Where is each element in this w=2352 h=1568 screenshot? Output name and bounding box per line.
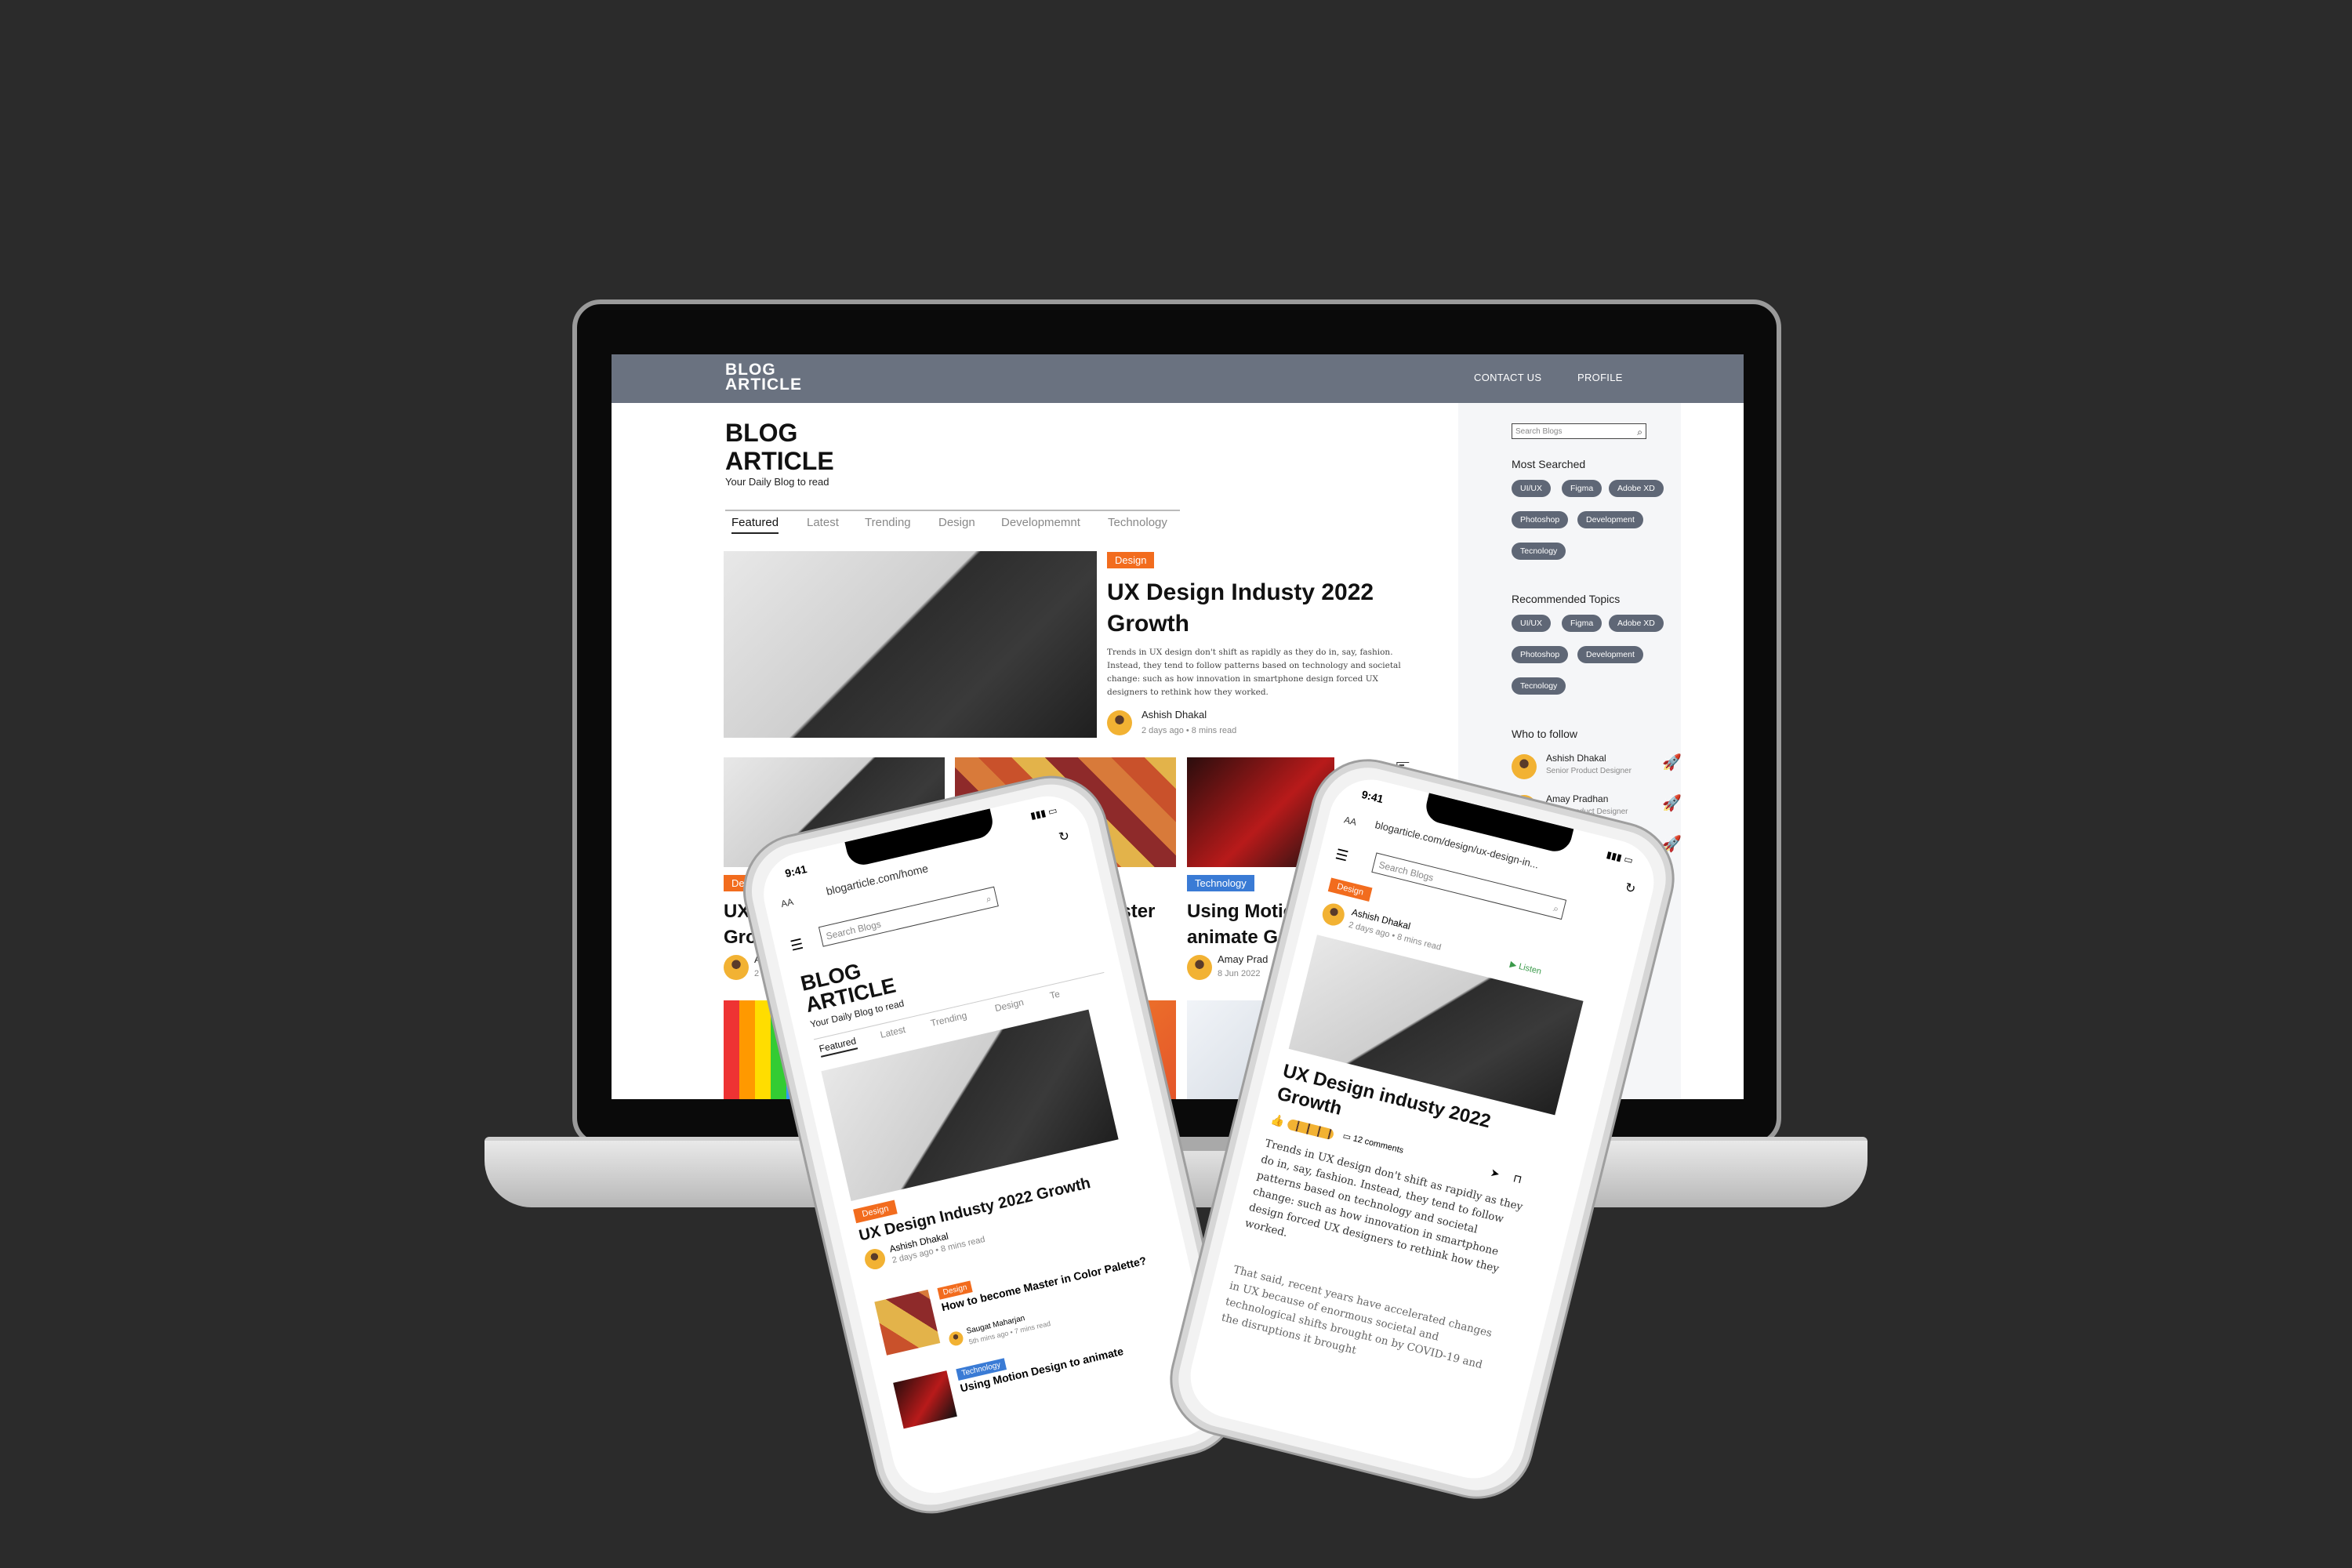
avatar[interactable] — [724, 955, 749, 980]
avatar[interactable] — [947, 1330, 965, 1348]
page-subtitle: Your Daily Blog to read — [725, 476, 829, 488]
tag-pill[interactable]: Development — [1577, 646, 1643, 663]
featured-image[interactable] — [724, 551, 1097, 738]
top-navbar: BLOG ARTICLE CONTACT US PROFILE — [612, 354, 1744, 403]
avatar[interactable] — [1107, 710, 1132, 735]
battery-icon: ▮▮▮ ▭ — [1029, 804, 1058, 822]
tag-pill[interactable]: Tecnology — [1512, 543, 1566, 560]
tab-trending[interactable]: Trending — [865, 516, 911, 529]
page-title: BLOG ARTICLE — [725, 419, 834, 475]
rocket-icon[interactable]: 🚀 — [1662, 793, 1682, 813]
share-icon[interactable]: ➤ — [1489, 1166, 1501, 1181]
tab-design[interactable]: Design — [938, 516, 975, 529]
bookmark-icon[interactable]: ⊓ — [1512, 1171, 1523, 1186]
search-icon[interactable]: ⌕ — [1551, 898, 1561, 920]
like-icon[interactable]: 👍 — [1269, 1112, 1286, 1129]
most-searched-heading: Most Searched — [1512, 458, 1586, 470]
follow-name[interactable]: Ashish Dhakal — [1546, 753, 1606, 764]
who-to-follow-heading: Who to follow — [1512, 728, 1578, 740]
nav-contact-us[interactable]: CONTACT US — [1474, 372, 1541, 383]
category-tabs: Featured Latest Trending Design Developm… — [725, 510, 1180, 534]
tag-pill[interactable]: Development — [1577, 511, 1643, 528]
featured-meta: 2 days ago • 8 mins read — [1142, 726, 1237, 735]
nav-profile[interactable]: PROFILE — [1577, 372, 1623, 383]
tag-pill[interactable]: Tecnology — [1512, 677, 1566, 695]
tab-featured[interactable]: Featured — [818, 1035, 858, 1058]
follow-name[interactable]: Amay Pradhan — [1546, 793, 1608, 804]
reload-icon[interactable]: ↻ — [1057, 828, 1071, 846]
article-paragraph: Trends in UX design don't shift as rapid… — [1243, 1137, 1524, 1276]
list-thumbnail[interactable] — [893, 1370, 957, 1429]
tab-latest[interactable]: Latest — [879, 1024, 906, 1040]
tag-pill[interactable]: UI/UX — [1512, 480, 1552, 497]
featured-excerpt: Trends in UX design don't shift as rapid… — [1107, 648, 1401, 697]
featured-title[interactable]: UX Design Industy 2022 Growth — [1107, 577, 1374, 640]
url-bar[interactable]: blogarticle.com/home — [825, 862, 929, 898]
featured-author[interactable]: Ashish Dhakal — [1142, 709, 1207, 720]
avatar[interactable] — [1187, 955, 1212, 980]
listen-button[interactable]: ▶ Listen — [1509, 959, 1543, 977]
reaction-avatars — [1286, 1118, 1335, 1141]
avatar[interactable] — [1512, 754, 1537, 779]
search-icon[interactable]: ⌕ — [1637, 424, 1642, 440]
card-title[interactable]: Using Motio animate G — [1187, 898, 1294, 950]
tab-development[interactable]: Developmemnt — [1001, 516, 1080, 529]
card-author[interactable]: Amay Prad — [1218, 953, 1268, 965]
reader-aa-button[interactable]: AA — [780, 896, 795, 909]
page-title-line-1: BLOG — [725, 419, 798, 447]
brand-line-2: ARTICLE — [725, 376, 802, 394]
reload-icon[interactable]: ↻ — [1624, 880, 1638, 898]
list-title[interactable]: How to become Master in Color Palette? — [940, 1254, 1149, 1313]
search-input[interactable]: Search Blogs ⌕ — [818, 886, 999, 947]
battery-icon: ▮▮▮ ▭ — [1605, 848, 1635, 866]
tab-latest[interactable]: Latest — [807, 516, 839, 529]
featured-category[interactable]: Design — [1107, 552, 1155, 568]
tag-pill[interactable]: UI/UX — [1512, 615, 1552, 632]
tag-pill[interactable]: Photoshop — [1512, 646, 1569, 663]
tab-trending[interactable]: Trending — [930, 1010, 968, 1029]
rocket-icon[interactable]: 🚀 — [1662, 753, 1682, 772]
page-title-line-2: ARTICLE — [725, 447, 834, 475]
tab-technology[interactable]: Te — [1049, 989, 1062, 1001]
status-time: 9:41 — [1360, 787, 1385, 806]
tag-pill[interactable]: Figma — [1562, 480, 1602, 497]
tag-pill[interactable]: Photoshop — [1512, 511, 1569, 528]
follow-role: Senior Product Designer — [1546, 767, 1632, 775]
hamburger-icon[interactable]: ☰ — [789, 936, 804, 955]
avatar[interactable] — [1319, 901, 1347, 928]
tab-featured[interactable]: Featured — [731, 516, 779, 534]
tab-technology[interactable]: Technology — [1108, 516, 1167, 529]
avatar[interactable] — [862, 1247, 887, 1272]
search-icon[interactable]: ⌕ — [984, 888, 993, 909]
reader-aa-button[interactable]: AA — [1343, 814, 1358, 827]
recommended-heading: Recommended Topics — [1512, 593, 1621, 605]
article-category[interactable]: Design — [1327, 877, 1373, 902]
card-meta: 8 Jun 2022 — [1218, 969, 1261, 978]
tag-pill[interactable]: Figma — [1562, 615, 1602, 632]
tag-pill[interactable]: Adobe XD — [1609, 480, 1664, 497]
card-category[interactable]: Technology — [1187, 875, 1254, 891]
tab-design[interactable]: Design — [994, 996, 1025, 1014]
list-thumbnail[interactable] — [874, 1289, 941, 1356]
hamburger-icon[interactable]: ☰ — [1334, 846, 1349, 865]
search-input[interactable]: Search Blogs ⌕ — [1512, 423, 1646, 439]
brand-logo[interactable]: BLOG ARTICLE — [725, 361, 802, 394]
tag-pill[interactable]: Adobe XD — [1609, 615, 1664, 632]
status-time: 9:41 — [783, 862, 808, 880]
